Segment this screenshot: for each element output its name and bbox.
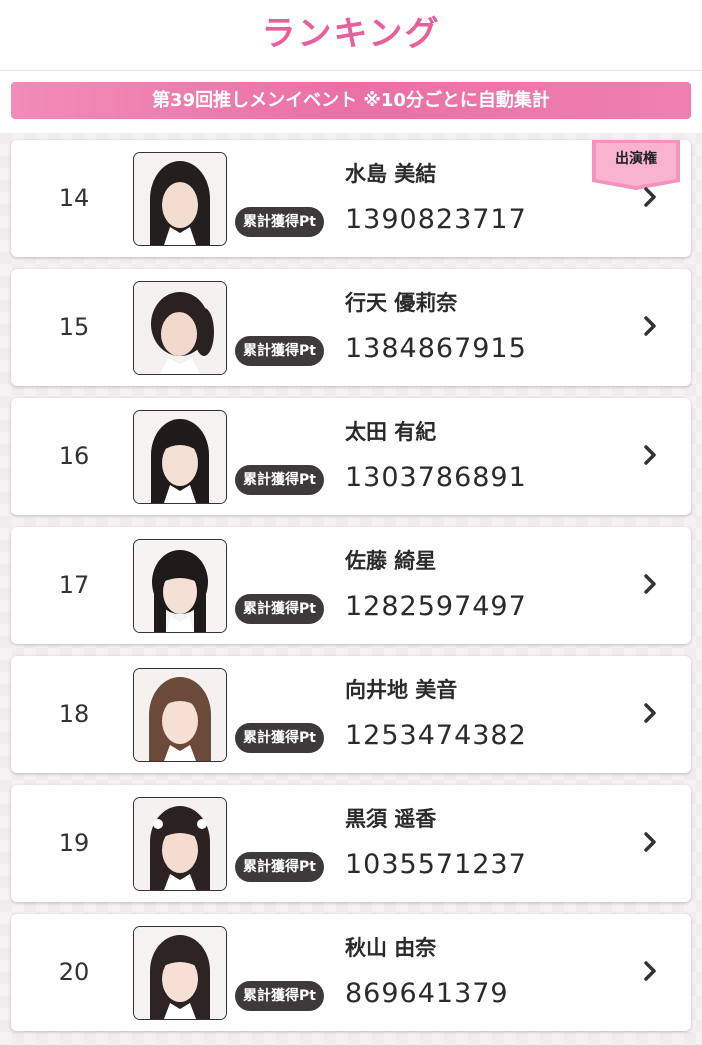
ranking-row[interactable]: 20 秋山 由奈 累計獲得Pt 869641379 bbox=[11, 914, 691, 1031]
member-photo bbox=[133, 410, 227, 504]
rank-number: 20 bbox=[58, 958, 90, 986]
member-name: 佐藤 綺星 bbox=[345, 549, 437, 573]
chevron-right-icon[interactable] bbox=[638, 830, 662, 854]
points-value: 1303786891 bbox=[345, 462, 527, 493]
member-name: 秋山 由奈 bbox=[345, 936, 437, 960]
rank-number: 15 bbox=[58, 313, 90, 341]
ranking-row[interactable]: 19 黒須 遥香 累計獲得Pt 1035571237 bbox=[11, 785, 691, 902]
ranking-row[interactable]: 15 行天 優莉奈 累計獲得Pt 1384867915 bbox=[11, 269, 691, 386]
chevron-right-icon[interactable] bbox=[638, 701, 662, 725]
rank-number: 18 bbox=[58, 700, 90, 728]
member-photo bbox=[133, 152, 227, 246]
event-banner: 第39回推しメンイベント ※10分ごとに自動集計 bbox=[11, 82, 691, 119]
member-photo bbox=[133, 668, 227, 762]
member-name: 黒須 遥香 bbox=[345, 807, 437, 831]
event-banner-area: 第39回推しメンイベント ※10分ごとに自動集計 bbox=[0, 71, 702, 133]
points-badge: 累計獲得Pt bbox=[235, 336, 324, 366]
points-value: 1253474382 bbox=[345, 720, 527, 751]
chevron-right-icon[interactable] bbox=[638, 443, 662, 467]
points-badge: 累計獲得Pt bbox=[235, 594, 324, 624]
rank-number: 16 bbox=[58, 442, 90, 470]
member-photo bbox=[133, 926, 227, 1020]
points-value: 1384867915 bbox=[345, 333, 527, 364]
member-photo bbox=[133, 539, 227, 633]
ranking-row[interactable]: 17 佐藤 綺星 累計獲得Pt 1282597497 bbox=[11, 527, 691, 644]
points-badge: 累計獲得Pt bbox=[235, 723, 324, 753]
chevron-right-icon[interactable] bbox=[638, 572, 662, 596]
member-photo bbox=[133, 797, 227, 891]
chevron-right-icon[interactable] bbox=[638, 959, 662, 983]
member-name: 向井地 美音 bbox=[345, 678, 458, 702]
points-badge: 累計獲得Pt bbox=[235, 981, 324, 1011]
page-title: ランキング bbox=[261, 14, 441, 54]
rank-number: 17 bbox=[58, 571, 90, 599]
ranking-row[interactable]: 18 向井地 美音 累計獲得Pt 1253474382 bbox=[11, 656, 691, 773]
ribbon-label: 出演権 bbox=[615, 151, 657, 167]
ranking-row[interactable]: 14 水島 美結 累計獲得Pt 1390823717 出演権 bbox=[11, 140, 691, 257]
chevron-right-icon[interactable] bbox=[638, 314, 662, 338]
app-header: ランキング bbox=[0, 0, 702, 71]
member-photo bbox=[133, 281, 227, 375]
member-name: 水島 美結 bbox=[345, 162, 437, 186]
rank-number: 19 bbox=[58, 829, 90, 857]
points-value: 1282597497 bbox=[345, 591, 527, 622]
member-name: 行天 優莉奈 bbox=[345, 291, 458, 315]
ranking-row[interactable]: 16 太田 有紀 累計獲得Pt 1303786891 bbox=[11, 398, 691, 515]
rank-number: 14 bbox=[58, 184, 90, 212]
member-name: 太田 有紀 bbox=[345, 420, 437, 444]
points-value: 1390823717 bbox=[345, 204, 527, 235]
chevron-right-icon[interactable] bbox=[638, 185, 662, 209]
points-badge: 累計獲得Pt bbox=[235, 207, 324, 237]
points-badge: 累計獲得Pt bbox=[235, 465, 324, 495]
performance-ribbon: 出演権 bbox=[592, 140, 680, 190]
points-badge: 累計獲得Pt bbox=[235, 852, 324, 882]
points-value: 1035571237 bbox=[345, 849, 527, 880]
points-value: 869641379 bbox=[345, 978, 509, 1009]
